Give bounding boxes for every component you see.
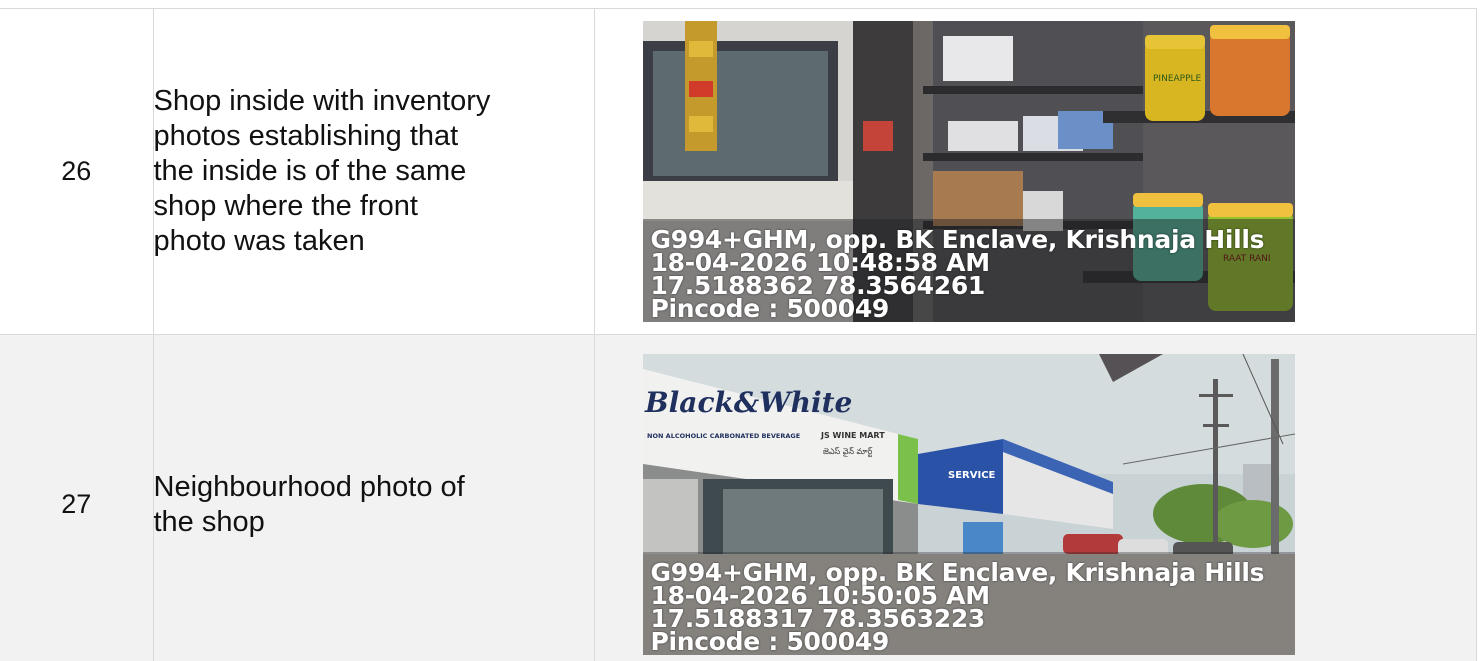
document-page: 26 Shop inside with inventory photos est… [0, 0, 1482, 661]
neighbourhood-photo: Black&White NON ALCOHOLIC CARBONATED BEV… [642, 354, 1295, 656]
table-row: 27 Neighbourhood photo of the shop Black… [0, 334, 1477, 661]
row-number: 26 [0, 8, 154, 335]
wine-mart-sign: JS WINE MART [820, 431, 885, 440]
row-description: Shop inside with inventory photos establ… [152, 8, 595, 335]
row-description: Neighbourhood photo of the shop [152, 334, 595, 661]
service-sign: SERVICE [948, 470, 996, 481]
row-photo-cell: Black&White NON ALCOHOLIC CARBONATED BEV… [593, 334, 1477, 661]
black-white-sign: Black&White [644, 386, 852, 419]
beverage-sign: NON ALCOHOLIC CARBONATED BEVERAGE [647, 432, 800, 440]
geo-timestamp-overlay: G994+GHM, opp. BK Enclave, Krishnaja Hil… [650, 225, 1265, 322]
shop-inside-photo: PINEAPPLE RAAT RANI G994+GHM, opp. BK En… [642, 21, 1295, 322]
row-number: 27 [0, 334, 154, 661]
jar-label-pineapple: PINEAPPLE [1153, 74, 1202, 84]
table-row: 26 Shop inside with inventory photos est… [0, 8, 1477, 335]
geo-timestamp-overlay: G994+GHM, opp. BK Enclave, Krishnaja Hil… [650, 558, 1265, 656]
row-photo-cell: PINEAPPLE RAAT RANI G994+GHM, opp. BK En… [593, 8, 1477, 335]
evidence-table: 26 Shop inside with inventory photos est… [0, 8, 1477, 661]
